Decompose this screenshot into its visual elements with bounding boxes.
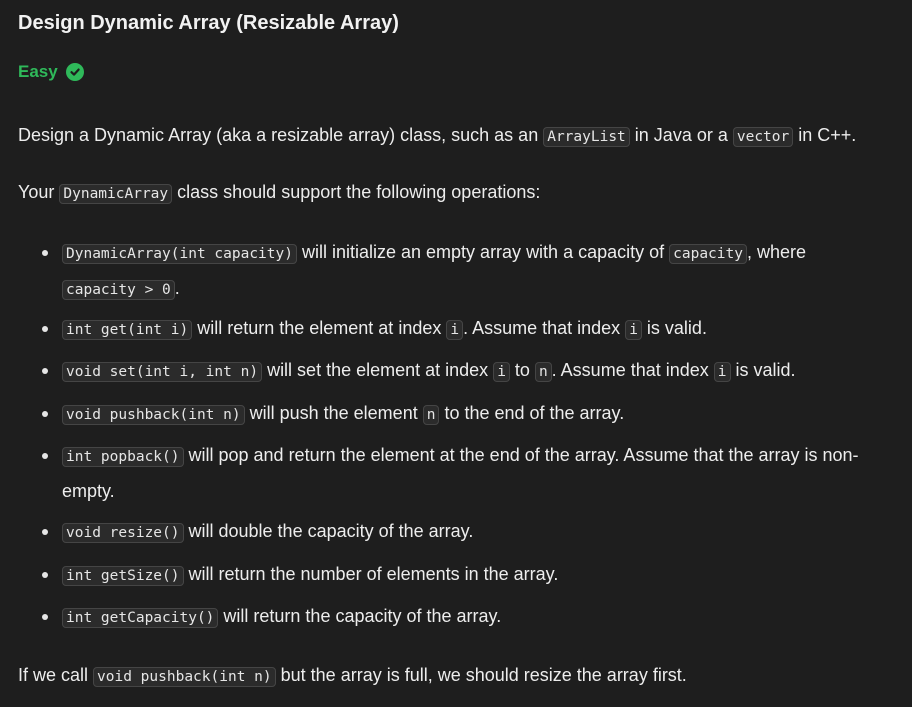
list-item: int getCapacity() will return the capaci…: [18, 599, 898, 635]
list-item: DynamicArray(int capacity) will initiali…: [18, 235, 898, 307]
bullet-icon: [42, 326, 48, 332]
outro-paragraph: If we call void pushback(int n) but the …: [18, 665, 687, 687]
bullet-icon: [42, 453, 48, 459]
page-title: Design Dynamic Array (Resizable Array): [18, 12, 399, 34]
bullet-icon: [42, 368, 48, 374]
bullet-icon: [42, 529, 48, 535]
code-pushback: void pushback(int n): [93, 667, 276, 687]
support-paragraph: Your DynamicArray class should support t…: [18, 182, 541, 204]
difficulty-label: Easy: [18, 62, 58, 81]
code-arraylist: ArrayList: [543, 127, 630, 147]
bullet-icon: [42, 614, 48, 620]
bullet-icon: [42, 411, 48, 417]
list-item: void set(int i, int n) will set the elem…: [18, 353, 898, 389]
list-item: int get(int i) will return the element a…: [18, 311, 898, 347]
list-item: int getSize() will return the number of …: [18, 557, 898, 593]
intro-paragraph: Design a Dynamic Array (aka a resizable …: [18, 125, 857, 147]
list-item: void pushback(int n) will push the eleme…: [18, 396, 898, 432]
bullet-icon: [42, 250, 48, 256]
code-vector: vector: [732, 127, 794, 147]
list-item: int popback() will pop and return the el…: [18, 438, 898, 508]
bullet-icon: [42, 572, 48, 578]
list-item: void resize() will double the capacity o…: [18, 514, 898, 550]
code-dynamicarray: DynamicArray: [59, 184, 173, 204]
check-circle-icon: [65, 63, 84, 81]
difficulty-badge: Easy: [18, 62, 84, 82]
